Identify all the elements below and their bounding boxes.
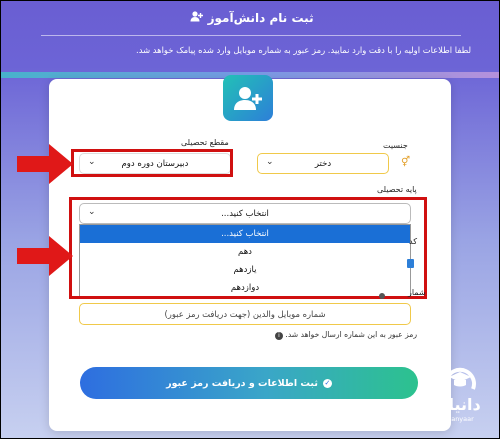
gender-value: دختر: [314, 158, 332, 169]
submit-button[interactable]: ✓ ثبت اطلاعات و دریافت رمز عبور: [80, 367, 418, 399]
phone-hint-text: رمز عبور به این شماره ارسال خواهد شد.: [285, 330, 417, 339]
gender-label: جنسیت: [383, 141, 408, 150]
level-label: مقطع تحصیلی: [181, 138, 229, 147]
intro-text: لطفا اطلاعات اولیه را با دقت وارد نمایید…: [136, 45, 471, 55]
user-plus-icon: [190, 11, 204, 25]
danyaar-logo: دانیار Danyaar: [429, 363, 491, 433]
check-circle-icon: ✓: [322, 378, 332, 388]
red-arrow-icon: [17, 236, 73, 280]
phone-hint: رمز عبور به این شماره ارسال خواهد شد. i: [274, 330, 417, 340]
info-icon: i: [274, 332, 283, 340]
title-divider: [41, 35, 461, 36]
gender-select[interactable]: دختر ⌄: [257, 153, 389, 174]
grade-highlight-box: [69, 197, 427, 299]
phone-placeholder: شماره موبایل والدین (جهت دریافت رمز عبور…: [164, 309, 326, 319]
parent-phone-input[interactable]: شماره موبایل والدین (جهت دریافت رمز عبور…: [79, 303, 411, 325]
student-avatar-icon: [223, 75, 273, 121]
level-highlight-box: [71, 149, 233, 177]
grade-label: پایه تحصیلی: [377, 185, 417, 194]
logo-text: دانیار: [439, 395, 481, 414]
submit-label: ثبت اطلاعات و دریافت رمز عبور: [166, 377, 318, 389]
gender-icon: ⚥: [401, 157, 411, 168]
code-label-partial: کد: [409, 237, 418, 246]
field-icon: [407, 259, 414, 268]
screenshot-frame: ثبت نام دانش‌آموز لطفا اطلاعات اولیه را …: [1, 1, 499, 438]
chevron-down-icon: ⌄: [266, 157, 274, 167]
page-title: ثبت نام دانش‌آموز: [1, 11, 499, 25]
red-arrow-icon: [17, 144, 73, 188]
logo-subtext: Danyaar: [446, 415, 474, 423]
bullet-icon: [379, 293, 385, 299]
page-title-text: ثبت نام دانش‌آموز: [207, 11, 314, 25]
phone-label-partial: شمار: [408, 288, 426, 297]
